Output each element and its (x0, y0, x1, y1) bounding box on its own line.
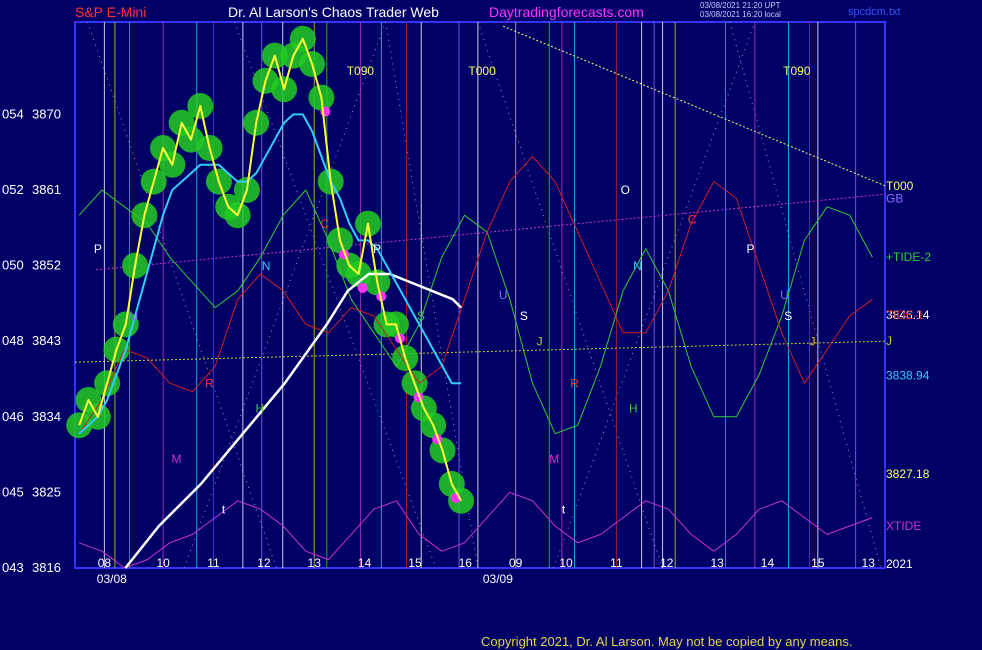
tide1-line (78, 155, 873, 434)
reference-line-gb (95, 193, 886, 271)
magenta-dot (357, 283, 368, 293)
planet-letter: U (130, 309, 139, 323)
planet-letter: P (94, 242, 102, 256)
planet-letter: P (747, 242, 755, 256)
y-tick-bubble: 052 (2, 182, 24, 197)
x-tick-hour: 08 (98, 556, 112, 570)
right-label: GB (886, 191, 903, 205)
right-labels: T000GB+TIDE-23846.14TIDE-1J3838.943827.1… (886, 179, 931, 571)
top-marker: T000 (468, 64, 496, 78)
x-tick-date: 03/08 (97, 572, 127, 586)
dotted-cross-line (234, 21, 437, 569)
data-file-name: spcdcm.txt (848, 6, 901, 18)
site-url[interactable]: Daytradingforecasts.com (489, 4, 644, 20)
reference-line-t000 (502, 25, 886, 187)
y-tick-bubble: 054 (2, 106, 24, 121)
x-tick-hour: 13 (308, 556, 322, 570)
x-tick-hour: 16 (459, 556, 473, 570)
axis-labels: 043 3816 045 3825 046 3834 048 3843 050 3852 052 38… (2, 106, 875, 586)
planet-letter: H (255, 402, 264, 416)
x-tick-hour: 14 (761, 556, 775, 570)
planet-letter: U (780, 288, 789, 302)
x-tick-date: 03/09 (483, 572, 513, 586)
top-marker: T090 (347, 64, 375, 78)
planet-letter: t (222, 502, 226, 516)
dotted-cross-line (729, 21, 882, 569)
x-tick-hour: 15 (408, 556, 422, 570)
x-tick-hour: 11 (207, 556, 220, 570)
planet-letter: M (549, 452, 559, 466)
y-tick-bubble: 046 (2, 409, 24, 424)
y-tick-bubble: 043 (2, 560, 24, 575)
chart-window: PUNCPSRHMtUSJRMtONHCPUSJ 043 3816 045 3825 0… (0, 0, 982, 650)
y-tick-price: 3870 (32, 106, 61, 121)
timestamp-utc: 03/08/2021 21:20 UPT (700, 1, 781, 10)
planet-letter: O (621, 183, 630, 197)
planet-letter: C (321, 217, 330, 231)
site-title: Dr. Al Larson's Chaos Trader Web (228, 4, 439, 20)
instrument-title: S&P E-Mini (75, 4, 147, 20)
top-markers: T090 T000 T090 (347, 64, 811, 78)
top-marker: T090 (783, 64, 811, 78)
planet-letter: J (809, 334, 815, 348)
x-tick-hour: 13 (710, 556, 724, 570)
planet-letter: J (537, 334, 543, 348)
planet-letter: M (172, 452, 182, 466)
x-tick-hour: 11 (610, 556, 623, 570)
time-cycle-lines (103, 22, 857, 568)
planet-letter: H (629, 402, 638, 416)
copyright-notice: Copyright 2021, Dr. Al Larson. May not b… (481, 634, 853, 649)
planet-letter: R (570, 376, 579, 390)
planet-letter: S (784, 309, 792, 323)
y-tick-price: 3843 (32, 333, 61, 348)
planet-letter: R (205, 376, 214, 390)
price-chart: PUNCPSRHMtUSJRMtONHCPUSJ 043 3816045 38250… (2, 21, 931, 586)
y-tick-price: 3834 (32, 409, 61, 424)
planet-letter: P (373, 242, 381, 256)
right-label: J (886, 334, 892, 348)
x-tick-hour: 12 (660, 556, 674, 570)
y-tick-bubble: 048 (2, 333, 24, 348)
x-tick-hour: 09 (509, 556, 523, 570)
xtide-line (79, 491, 873, 569)
planet-letter: S (417, 309, 425, 323)
planet-letter: S (520, 309, 528, 323)
y-tick-price: 3816 (32, 560, 61, 575)
dotted-cross-line (183, 21, 387, 569)
x-tick-hour: 12 (257, 556, 271, 570)
ema-slow-line (124, 272, 462, 569)
right-label: 2021 (886, 557, 913, 571)
right-label: 3838.94 (886, 368, 930, 382)
x-tick-hour: 13 (862, 556, 876, 570)
y-tick-bubble: 045 (2, 484, 24, 499)
right-label: +TIDE-2 (886, 250, 931, 264)
y-tick-price: 3825 (32, 484, 61, 499)
right-label: TIDE-1 (886, 308, 924, 322)
timestamp-local: 03/08/2021 16:20 local (700, 10, 781, 19)
planet-letter: U (499, 288, 508, 302)
dotted-cross-line (87, 21, 277, 569)
x-tick-hour: 15 (811, 556, 825, 570)
planet-letter: N (633, 259, 642, 273)
planet-letter: t (562, 502, 566, 516)
y-tick-price: 3852 (32, 258, 61, 273)
x-tick-hour: 10 (156, 556, 170, 570)
planet-letter: N (262, 259, 271, 273)
x-tick-hour: 10 (559, 556, 573, 570)
y-tick-price: 3861 (32, 182, 61, 197)
right-label: XTIDE (886, 519, 921, 533)
y-tick-bubble: 050 (2, 258, 24, 273)
right-label: 3827.18 (886, 467, 930, 481)
planet-letter: C (688, 213, 697, 227)
x-tick-hour: 14 (358, 556, 372, 570)
tide2-line (78, 189, 873, 435)
